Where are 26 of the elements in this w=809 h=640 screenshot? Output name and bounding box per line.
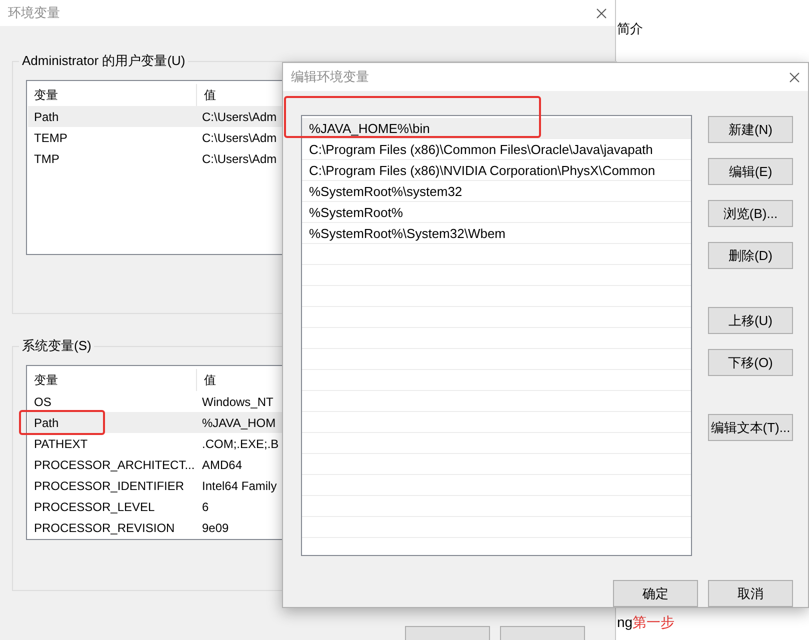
variable-value: .COM;.EXE;.B: [201, 436, 279, 450]
variable-name: PATHEXT: [33, 436, 89, 450]
variable-name: PROCESSOR_REVISION: [33, 520, 176, 534]
variable-value: 9e09: [201, 520, 229, 534]
variable-name: Path: [33, 110, 60, 124]
dialog-title: 编辑环境变量: [291, 68, 369, 86]
variable-name: PROCESSOR_IDENTIFIER: [33, 478, 186, 492]
variable-name: TMP: [33, 152, 60, 166]
group-label: Administrator 的用户变量(U): [21, 52, 186, 70]
variable-value: 6: [201, 500, 209, 514]
variable-value: C:\Users\Adm: [201, 130, 277, 144]
window-title: 环境变量: [8, 4, 60, 22]
variable-name: PROCESSOR_LEVEL: [33, 500, 156, 514]
variable-name: Path: [33, 416, 60, 430]
variable-value: AMD64: [201, 458, 242, 472]
variable-value: C:\Users\Adm: [201, 110, 277, 124]
variable-name: PROCESSOR_ARCHITECT...: [33, 458, 196, 472]
article-text: ng第一步: [617, 614, 676, 632]
variable-value: C:\Users\Adm: [201, 152, 277, 166]
variable-value: Windows_NT: [201, 394, 274, 408]
variable-name: OS: [33, 394, 52, 408]
variable-value: %JAVA_HOM: [201, 416, 276, 430]
variable-value: Intel64 Family: [201, 478, 277, 492]
group-label: 系统变量(S): [21, 337, 92, 355]
section-heading: 简介: [617, 20, 644, 38]
variable-name: TEMP: [33, 130, 68, 144]
